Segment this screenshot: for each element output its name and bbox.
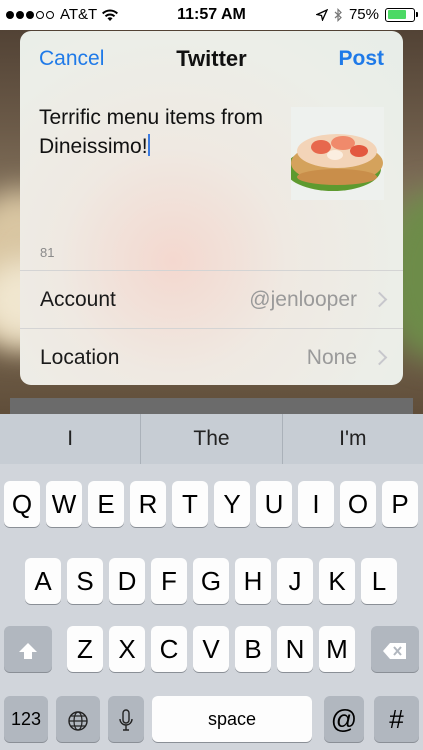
predictive-bar: I The I'm	[0, 414, 423, 464]
key-i[interactable]: I	[298, 481, 334, 527]
account-value: @jenlooper	[249, 287, 357, 311]
location-row[interactable]: Location None	[20, 328, 403, 385]
twitter-compose-sheet: Cancel Twitter Post Terrific menu items …	[20, 31, 403, 385]
key-j[interactable]: J	[277, 558, 313, 604]
key-n[interactable]: N	[277, 626, 313, 672]
bluetooth-icon	[334, 7, 342, 22]
key-r[interactable]: R	[130, 481, 166, 527]
globe-icon	[68, 711, 88, 731]
key-e[interactable]: E	[88, 481, 124, 527]
key-g[interactable]: G	[193, 558, 229, 604]
background-strip	[10, 398, 413, 414]
key-a[interactable]: A	[25, 558, 61, 604]
key-b[interactable]: B	[235, 626, 271, 672]
key-h[interactable]: H	[235, 558, 271, 604]
attached-image-thumbnail[interactable]	[291, 107, 384, 200]
key-p[interactable]: P	[382, 481, 418, 527]
location-value: None	[306, 345, 357, 369]
key-w[interactable]: W	[46, 481, 82, 527]
key-l[interactable]: L	[361, 558, 397, 604]
account-row[interactable]: Account @jenlooper	[20, 270, 403, 328]
status-bar: AT&T 11:57 AM 75%	[0, 0, 423, 30]
key-v[interactable]: V	[193, 626, 229, 672]
numbers-key[interactable]: 123	[4, 696, 48, 742]
prediction-3[interactable]: I'm	[281, 414, 423, 464]
globe-key[interactable]	[56, 696, 100, 742]
battery-percent: 75%	[348, 6, 379, 23]
location-label: Location	[40, 345, 120, 369]
key-s[interactable]: S	[67, 558, 103, 604]
at-key[interactable]: @	[324, 696, 364, 742]
key-o[interactable]: O	[340, 481, 376, 527]
key-x[interactable]: X	[109, 626, 145, 672]
shift-key[interactable]	[4, 626, 52, 672]
message-text: Terrific menu items from Dineissimo!	[39, 106, 264, 158]
key-t[interactable]: T	[172, 481, 208, 527]
key-d[interactable]: D	[109, 558, 145, 604]
chevron-right-icon	[371, 349, 388, 366]
chevron-right-icon	[371, 291, 388, 308]
dictation-key[interactable]	[108, 696, 144, 742]
prediction-2[interactable]: The	[140, 414, 281, 464]
key-q[interactable]: Q	[4, 481, 40, 527]
account-label: Account	[40, 287, 116, 311]
key-m[interactable]: M	[319, 626, 355, 672]
delete-key[interactable]	[371, 626, 419, 672]
prediction-1[interactable]: I	[0, 414, 140, 464]
keyboard: I The I'm Q W E R T Y U I O P A S D F G …	[0, 414, 423, 750]
post-button[interactable]: Post	[338, 47, 384, 71]
key-f[interactable]: F	[151, 558, 187, 604]
key-u[interactable]: U	[256, 481, 292, 527]
space-key[interactable]: space	[152, 696, 312, 742]
key-y[interactable]: Y	[214, 481, 250, 527]
character-count: 81	[40, 245, 55, 260]
status-right-group: 75%	[315, 6, 418, 23]
battery-icon	[385, 7, 418, 22]
text-cursor	[147, 134, 150, 156]
key-z[interactable]: Z	[67, 626, 103, 672]
location-arrow-icon	[315, 8, 328, 21]
microphone-icon	[119, 709, 133, 731]
key-k[interactable]: K	[319, 558, 355, 604]
key-c[interactable]: C	[151, 626, 187, 672]
sheet-nav-bar: Cancel Twitter Post	[20, 31, 403, 87]
shift-arrow-icon	[19, 643, 37, 660]
backspace-icon	[383, 643, 406, 660]
hash-key[interactable]: #	[374, 696, 419, 742]
message-text-area[interactable]: Terrific menu items from Dineissimo!	[39, 103, 289, 161]
